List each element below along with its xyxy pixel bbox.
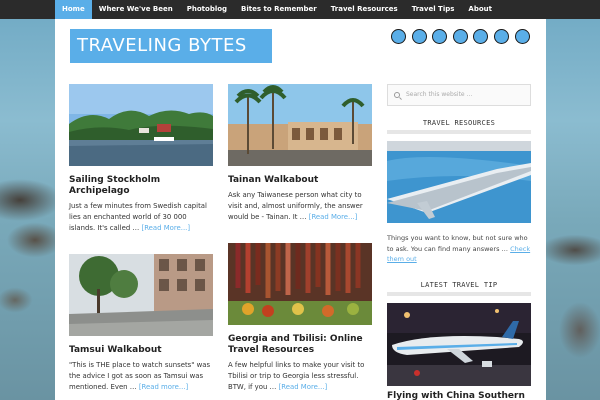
site-container: TRAVELING BYTES Sailing Stockholm Archip… (55, 19, 546, 400)
travel-resources-description: Things you want to know, but not sure wh… (387, 234, 528, 253)
travel-resources-image[interactable] (387, 141, 531, 223)
post-excerpt: Just a few minutes from Swedish capital … (69, 201, 213, 234)
post-thumbnail[interactable] (69, 254, 213, 336)
travel-resources-text: Things you want to know, but not sure wh… (387, 233, 531, 265)
post-thumbnail[interactable] (228, 84, 372, 166)
post-title[interactable]: Tainan Walkabout (228, 175, 372, 186)
site-logo[interactable]: TRAVELING BYTES (70, 29, 272, 63)
post-card: Georgia and Tbilisi: Online Travel Resou… (228, 243, 372, 393)
read-more-link[interactable]: [Read More...] (279, 383, 328, 391)
nav-item-about[interactable]: About (461, 0, 499, 19)
widget-title-text: TRAVEL RESOURCES (422, 119, 496, 127)
social-icon-5[interactable] (473, 29, 489, 44)
widget-title-divider (387, 292, 531, 296)
read-more-link[interactable]: [Read More...] (309, 213, 358, 221)
post-card: Tainan Walkabout Ask any Taiwanese perso… (228, 84, 372, 223)
widget-title-latest-travel-tip: LATEST TRAVEL TIP (387, 281, 531, 296)
post-title[interactable]: Georgia and Tbilisi: Online Travel Resou… (228, 334, 372, 356)
post-excerpt: "This is THE place to watch sunsets" was… (69, 360, 213, 393)
widget-title-text: LATEST TRAVEL TIP (420, 281, 498, 289)
latest-travel-tip-post-title[interactable]: Flying with China Southern (387, 391, 537, 400)
post-thumbnail[interactable] (69, 84, 213, 166)
search-input[interactable]: Search this website ... (387, 84, 531, 106)
social-icon-3[interactable] (432, 29, 448, 44)
social-icon-7[interactable] (514, 29, 530, 44)
nav-item-travel-tips[interactable]: Travel Tips (405, 0, 462, 19)
search-placeholder: Search this website ... (406, 91, 473, 98)
post-excerpt: A few helpful links to make your visit t… (228, 360, 372, 393)
nav-item-bites-to-remember[interactable]: Bites to Remember (234, 0, 324, 19)
read-more-link[interactable]: [Read More...] (142, 224, 191, 232)
search-icon (394, 92, 400, 98)
widget-title-travel-resources: TRAVEL RESOURCES (387, 119, 531, 134)
post-thumbnail[interactable] (228, 243, 372, 325)
nav-item-where-weve-been[interactable]: Where We've Been (92, 0, 180, 19)
nav-item-home[interactable]: Home (55, 0, 92, 19)
top-navigation: Home Where We've Been Photoblog Bites to… (0, 0, 600, 19)
social-icon-2[interactable] (411, 29, 427, 44)
social-icon-4[interactable] (452, 29, 468, 44)
nav-item-photoblog[interactable]: Photoblog (180, 0, 234, 19)
widget-title-divider (387, 130, 531, 134)
post-title[interactable]: Tamsui Walkabout (69, 345, 213, 356)
post-title[interactable]: Sailing Stockholm Archipelago (69, 175, 213, 197)
social-icons (391, 29, 535, 44)
post-card: Sailing Stockholm Archipelago Just a few… (69, 84, 213, 234)
social-icon-6[interactable] (493, 29, 509, 44)
nav-item-travel-resources[interactable]: Travel Resources (324, 0, 405, 19)
social-icon-1[interactable] (391, 29, 406, 44)
latest-travel-tip-image[interactable] (387, 303, 531, 386)
read-more-link[interactable]: [Read more...] (139, 383, 188, 391)
post-card: Tamsui Walkabout "This is THE place to w… (69, 254, 213, 393)
post-excerpt: Ask any Taiwanese person what city to vi… (228, 190, 372, 223)
